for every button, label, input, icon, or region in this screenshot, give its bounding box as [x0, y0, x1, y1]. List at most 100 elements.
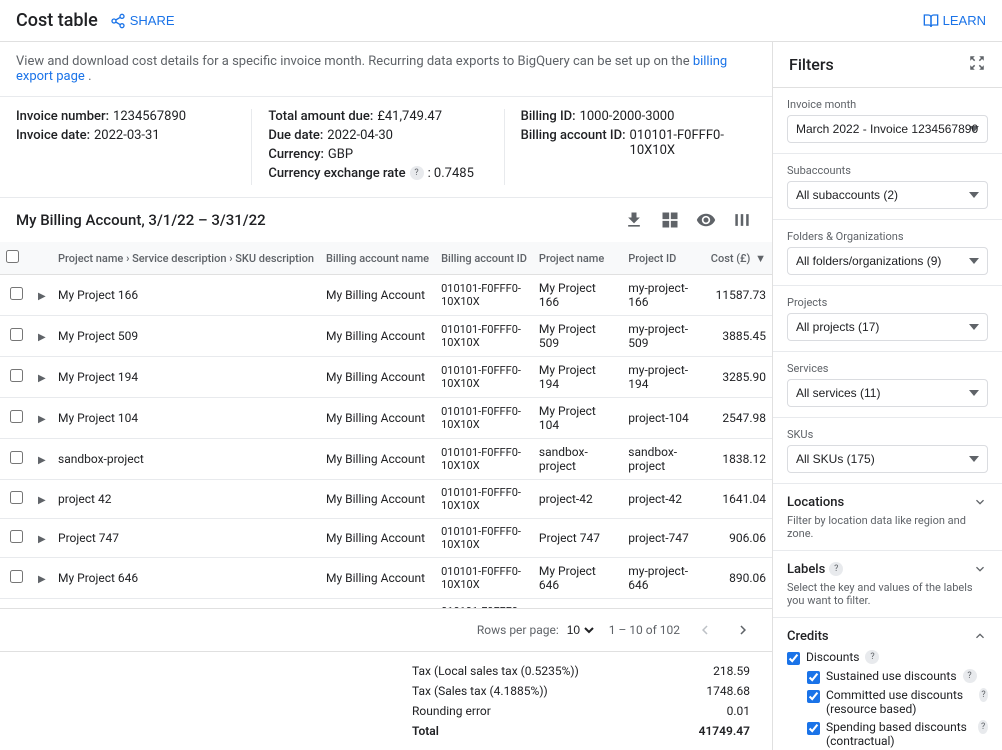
invoice-month-select[interactable]: March 2022 - Invoice 1234567890: [787, 115, 988, 143]
sidebar-title: Filters: [789, 55, 834, 74]
columns-button[interactable]: [728, 206, 756, 234]
th-cost[interactable]: Cost (£) ▼: [705, 242, 772, 275]
prev-page-button[interactable]: [692, 617, 718, 643]
help-icon-sustained: ?: [963, 669, 977, 683]
subaccounts-select[interactable]: All subaccounts (2): [787, 181, 988, 209]
row-checkbox[interactable]: [10, 570, 23, 583]
table-view-button[interactable]: [656, 206, 684, 234]
select-all-checkbox[interactable]: [6, 250, 19, 263]
credits-main: Credits: [787, 629, 829, 644]
row-checkbox[interactable]: [10, 410, 23, 423]
row-project-name-col: sandbox-project: [533, 439, 622, 480]
row-project-name-col: My Project 104: [533, 398, 622, 439]
row-cost: 906.06: [705, 519, 772, 558]
folders-orgs-select[interactable]: All folders/organizations (9): [787, 247, 988, 275]
share-button[interactable]: SHARE: [110, 13, 175, 29]
spending-based-checkbox[interactable]: [807, 722, 820, 735]
subaccounts-label: Subaccounts: [787, 164, 988, 177]
labels-title: Labels: [787, 562, 825, 577]
collapse-sidebar-button[interactable]: [968, 54, 986, 75]
summary-value: 1748.68: [667, 682, 754, 700]
row-project-name: My Project 646: [52, 558, 320, 599]
services-select[interactable]: All services (11): [787, 379, 988, 407]
summary-label: Tax (Sales tax (4.1885%)): [408, 682, 665, 700]
row-project-name-col: My Project 509: [533, 316, 622, 357]
discounts-checkbox[interactable]: [787, 652, 800, 665]
table-actions: [620, 206, 756, 234]
row-checkbox[interactable]: [10, 328, 23, 341]
row-project-name: My Project 104: [52, 398, 320, 439]
summary-value: 0.01: [667, 702, 754, 720]
table-row: ▶ My Project 509 My Billing Account 0101…: [0, 316, 772, 357]
invoice-date-label: Invoice date:: [16, 128, 90, 143]
row-billing-account-name: My Billing Account: [320, 316, 435, 357]
download-button[interactable]: [620, 206, 648, 234]
invoice-number-label: Invoice number:: [16, 109, 109, 124]
invoice-col-left: Invoice number: 1234567890 Invoice date:…: [16, 109, 251, 185]
rows-per-page-select[interactable]: 10 25 50: [563, 622, 597, 638]
row-expand-button[interactable]: ▶: [38, 332, 46, 343]
row-cost: 11587.73: [705, 275, 772, 316]
skus-select[interactable]: All SKUs (175): [787, 445, 988, 473]
row-cost: 3885.45: [705, 316, 772, 357]
row-expand-button[interactable]: ▶: [38, 455, 46, 466]
chevron-left-icon: [696, 621, 714, 639]
content-area: View and download cost details for a spe…: [0, 42, 772, 750]
row-expand-button[interactable]: ▶: [38, 574, 46, 585]
th-project-name-col: Project name: [533, 242, 622, 275]
row-checkbox[interactable]: [10, 287, 23, 300]
invoice-billingid-row: Billing ID: 1000-2000-3000: [521, 109, 756, 124]
row-expand-button[interactable]: ▶: [38, 534, 46, 545]
row-project-name-col: My Project 646: [533, 558, 622, 599]
row-billing-account-name: My Billing Account: [320, 275, 435, 316]
row-expand-cell: ▶: [32, 275, 52, 316]
row-billing-account-id: 010101-F0FFF0-10X10X: [435, 558, 533, 599]
locations-header[interactable]: Locations: [787, 494, 988, 510]
row-checkbox-cell: [0, 275, 32, 316]
filter-locations: Locations Filter by location data like r…: [773, 484, 1002, 551]
row-expand-button[interactable]: ▶: [38, 373, 46, 384]
row-project-name: Project 747: [52, 519, 320, 558]
row-expand-button[interactable]: ▶: [38, 291, 46, 302]
row-expand-button[interactable]: ▶: [38, 414, 46, 425]
summary-label: Tax (Local sales tax (0.5235%)): [408, 662, 665, 680]
committed-use-item: Committed use discounts (resource based)…: [807, 688, 988, 716]
row-billing-account-id: 010101-F0FFF0-10X10X: [435, 357, 533, 398]
row-checkbox[interactable]: [10, 369, 23, 382]
invoice-duedate-value: 2022-04-30: [327, 128, 393, 143]
filter-projects: Projects All projects (17): [773, 286, 1002, 352]
next-page-button[interactable]: [730, 617, 756, 643]
row-cost: 1838.12: [705, 439, 772, 480]
invoice-billingid-label: Billing ID:: [521, 109, 576, 124]
row-project-name: sandbox-project: [52, 439, 320, 480]
page-title: Cost table: [16, 10, 98, 31]
summary-value: 218.59: [667, 662, 754, 680]
sustained-use-checkbox[interactable]: [807, 671, 820, 684]
row-checkbox[interactable]: [10, 530, 23, 543]
th-project-id: Project ID: [622, 242, 705, 275]
row-billing-account-id: 010101-F0FFF0-10X10X: [435, 439, 533, 480]
filter-subaccounts: Subaccounts All subaccounts (2): [773, 154, 1002, 220]
row-expand-cell: ▶: [32, 439, 52, 480]
row-project-id: my-project-509: [622, 316, 705, 357]
row-checkbox[interactable]: [10, 491, 23, 504]
help-icon-exchange: ?: [410, 166, 424, 180]
filter-folders-orgs: Folders & Organizations All folders/orga…: [773, 220, 1002, 286]
row-billing-account-id: 010101-F0FFF0-10X10X: [435, 398, 533, 439]
row-project-name-col: Project 747: [533, 519, 622, 558]
row-expand-cell: ▶: [32, 398, 52, 439]
row-checkbox[interactable]: [10, 451, 23, 464]
invoice-billingaccount-row: Billing account ID: 010101-F0FFF0-10X10X: [521, 128, 756, 158]
row-expand-button[interactable]: ▶: [38, 495, 46, 506]
committed-use-checkbox[interactable]: [807, 690, 820, 703]
invoice-date-value: 2022-03-31: [94, 128, 160, 143]
discounts-item: Discounts ?: [787, 650, 988, 665]
invoice-month-label: Invoice month: [787, 98, 988, 111]
visibility-button[interactable]: [692, 206, 720, 234]
row-project-name-col: project-42: [533, 480, 622, 519]
labels-header[interactable]: Labels ?: [787, 561, 988, 577]
share-icon: [110, 13, 126, 29]
row-billing-account-name: My Billing Account: [320, 357, 435, 398]
projects-select[interactable]: All projects (17): [787, 313, 988, 341]
learn-button[interactable]: LEARN: [923, 13, 986, 29]
